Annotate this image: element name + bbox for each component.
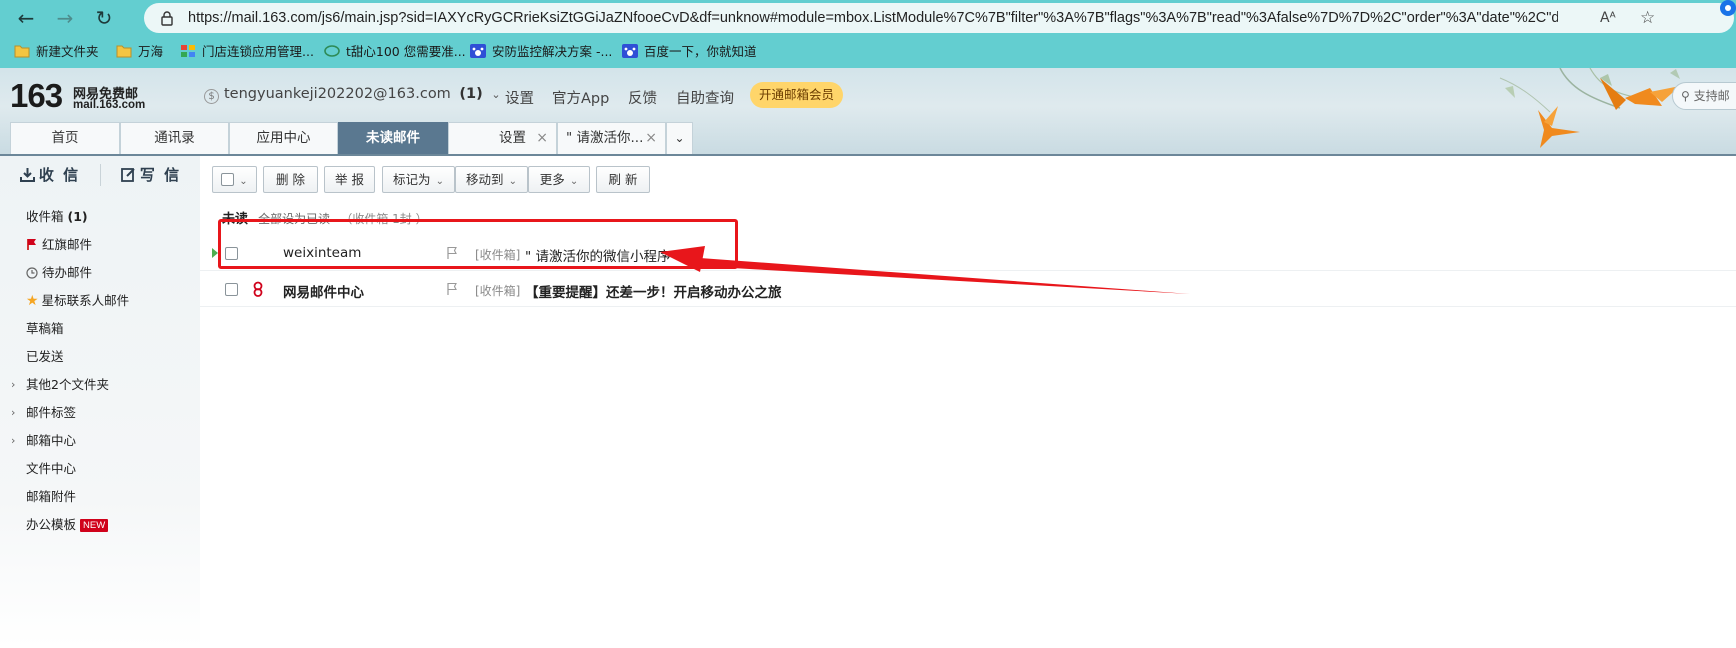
bookmarks-bar: 新建文件夹 万海 门店连锁应用管理... t甜心100 您需要准... 安防监控… <box>0 36 1736 68</box>
close-icon[interactable]: × <box>536 123 548 154</box>
chevron-down-icon: ⌄ <box>491 88 501 101</box>
tab-contacts[interactable]: 通讯录 <box>120 122 229 154</box>
logo-domain: mail.163.com <box>73 99 146 111</box>
tab-unread-mail[interactable]: 未读邮件 <box>338 122 448 154</box>
tab-settings[interactable]: 设置 × <box>448 122 557 154</box>
message-folder: [收件箱] <box>475 284 521 298</box>
chevron-down-icon: ⌄ <box>508 176 517 187</box>
message-subject: 【重要提醒】还差一步！开启移动办公之旅 <box>525 285 782 301</box>
paw-icon <box>470 44 486 58</box>
bookmark-item[interactable]: 万海 <box>116 42 163 62</box>
header-link-app[interactable]: 官方App <box>552 87 609 108</box>
chevron-right-icon: › <box>11 406 16 419</box>
close-icon[interactable]: × <box>645 123 657 154</box>
compose-bar: 收 信 写 信 <box>0 156 200 194</box>
report-button[interactable]: 举 报 <box>324 166 375 193</box>
forward-icon[interactable]: → <box>51 4 79 32</box>
annotation-highlight-box <box>218 219 738 269</box>
sidebar-item-file-center[interactable]: 文件中心 <box>26 458 76 480</box>
sidebar-item-attachments[interactable]: 邮箱附件 <box>26 486 76 508</box>
chevron-right-icon: › <box>11 434 16 447</box>
sidebar-item-todo[interactable]: 待办邮件 <box>26 262 92 284</box>
delete-button[interactable]: 删 除 <box>263 166 318 193</box>
download-icon <box>19 168 35 182</box>
browser-toolbar: ← → ↻ https://mail.163.com/js6/main.jsp?… <box>0 0 1736 36</box>
chevron-down-icon: ⌄ <box>435 176 444 187</box>
table-row[interactable]: 网易邮件中心 [收件箱] 【重要提醒】还差一步！开启移动办公之旅 <box>200 272 1736 307</box>
tab-app-center[interactable]: 应用中心 <box>229 122 338 154</box>
receive-button[interactable]: 收 信 <box>0 156 100 194</box>
birds-decoration <box>1499 68 1680 148</box>
refresh-button[interactable]: 刷 新 <box>596 166 650 193</box>
sidebar-item-flagged[interactable]: 红旗邮件 <box>26 234 92 256</box>
folder-icon <box>116 45 132 58</box>
chevron-right-icon: › <box>11 378 16 391</box>
vip-button[interactable]: 开通邮箱会员 <box>750 82 844 108</box>
sidebar-item-office-templates[interactable]: 办公模板 NEW <box>26 514 109 536</box>
tab-message[interactable]: " 请激活你... × <box>557 122 666 154</box>
search-input[interactable]: ⚲ 支持邮 <box>1672 82 1736 110</box>
star-icon: ★ <box>26 293 39 309</box>
sidebar-item-mail-tags[interactable]: › 邮件标签 <box>0 402 200 424</box>
sidebar-item-mailbox-center[interactable]: › 邮箱中心 <box>0 430 200 452</box>
sidebar: 收 信 写 信 收件箱 (1) 红旗邮件 待办邮件 ★ 星标联系人邮件 草稿箱 已… <box>0 156 200 648</box>
more-dropdown[interactable]: 更多 ⌄ <box>528 166 590 193</box>
chevron-down-icon: ⌄ <box>569 176 579 187</box>
extension-icon[interactable] <box>1716 0 1736 20</box>
reader-mode-icon[interactable]: Aᴬ <box>1600 5 1616 31</box>
tabs-more-button[interactable]: ⌄ <box>666 122 693 154</box>
sidebar-item-drafts[interactable]: 草稿箱 <box>26 318 64 340</box>
address-bar[interactable]: https://mail.163.com/js6/main.jsp?sid=IA… <box>144 3 1734 33</box>
header-link-settings[interactable]: 设置 <box>505 87 534 108</box>
move-to-dropdown[interactable]: 移动到 ⌄ <box>455 166 528 193</box>
chevron-down-icon: ⌄ <box>239 176 248 187</box>
folder-icon <box>14 45 30 58</box>
sidebar-item-sent[interactable]: 已发送 <box>26 346 64 368</box>
message-sender: 网易邮件中心 <box>283 285 364 301</box>
compose-button[interactable]: 写 信 <box>101 156 201 194</box>
clock-icon <box>26 267 38 279</box>
url-text[interactable]: https://mail.163.com/js6/main.jsp?sid=IA… <box>188 3 1558 33</box>
lock-icon <box>161 11 173 26</box>
bookmark-item[interactable]: 门店连锁应用管理... <box>180 42 314 62</box>
header-link-self-service[interactable]: 自助查询 <box>676 87 734 108</box>
edit-icon <box>120 168 135 182</box>
search-icon: ⚲ <box>1681 89 1690 103</box>
mail-center-logo-icon <box>253 281 263 297</box>
header-divider <box>0 154 1736 156</box>
account-unread-count: (1) <box>459 86 483 102</box>
coin-icon: $ <box>204 89 219 104</box>
flag-icon[interactable] <box>446 282 458 296</box>
back-icon[interactable]: ← <box>12 4 40 32</box>
row-checkbox[interactable] <box>225 283 238 296</box>
app-grid-icon <box>181 45 195 57</box>
header-link-feedback[interactable]: 反馈 <box>628 87 657 108</box>
sidebar-item-starred-contacts[interactable]: ★ 星标联系人邮件 <box>26 290 129 312</box>
select-all-dropdown[interactable]: ⌄ <box>212 166 257 193</box>
bookmark-item[interactable]: 新建文件夹 <box>14 42 99 62</box>
browser-window: ← → ↻ https://mail.163.com/js6/main.jsp?… <box>0 0 1736 648</box>
leaf-icon <box>324 45 340 57</box>
sidebar-item-other-folders[interactable]: › 其他2个文件夹 <box>0 374 200 396</box>
paw-icon <box>622 44 638 58</box>
bookmark-item[interactable]: t甜心100 您需要准... <box>324 42 466 62</box>
sidebar-item-inbox[interactable]: 收件箱 (1) <box>26 206 88 228</box>
account-menu[interactable]: $ tengyuankeji202202@163.com (1) ⌄ <box>204 86 501 104</box>
reload-icon[interactable]: ↻ <box>90 4 118 32</box>
bookmark-item[interactable]: 百度一下，你就知道 <box>622 42 757 62</box>
select-all-checkbox[interactable] <box>221 173 235 186</box>
chevron-down-icon: ⌄ <box>674 131 685 145</box>
favorite-star-icon[interactable]: ☆ <box>1640 5 1655 31</box>
tab-home[interactable]: 首页 <box>10 122 120 154</box>
mark-as-dropdown[interactable]: 标记为 ⌄ <box>382 166 455 193</box>
logo-number: 163 <box>10 77 63 114</box>
red-flag-icon <box>27 239 36 250</box>
new-badge: NEW <box>80 519 109 532</box>
bookmark-item[interactable]: 安防监控解决方案 -... <box>470 42 612 62</box>
